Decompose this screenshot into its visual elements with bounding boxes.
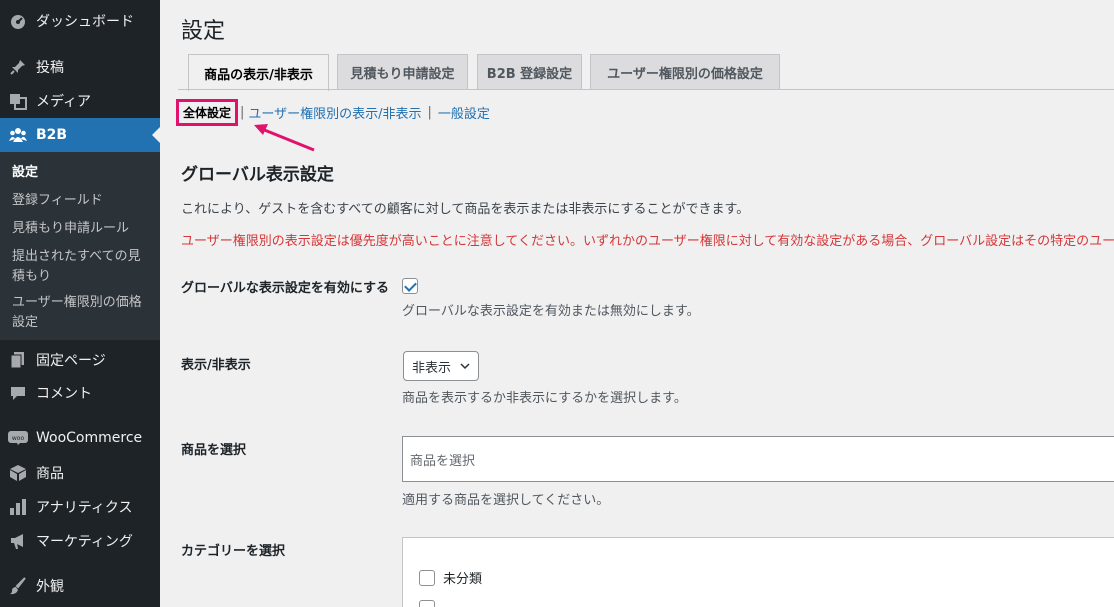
sidebar-item-marketing[interactable]: マーケティング xyxy=(0,524,160,558)
subnav-separator: | xyxy=(427,104,432,120)
subnav-link-general[interactable]: 一般設定 xyxy=(438,103,490,122)
sidebar-item-media[interactable]: メディア xyxy=(0,84,160,118)
page-title: 設定 xyxy=(181,19,226,44)
woo-icon: woo xyxy=(8,428,28,448)
category-item[interactable]: 未分類 xyxy=(419,568,482,587)
bar-chart-icon xyxy=(8,497,28,517)
enable-global-help: グローバルな表示設定を有効または無効にします。 xyxy=(402,304,700,319)
tab-divider xyxy=(178,89,1114,90)
b2b-submenu: 設定 登録フィールド 見積もり申請ルール 提出されたすべての見積もり ユーザー権… xyxy=(0,152,160,340)
sidebar-item-b2b[interactable]: B2B xyxy=(0,118,160,152)
enable-global-label: グローバルな表示設定を有効にする xyxy=(181,281,390,296)
visibility-label: 表示/非表示 xyxy=(181,358,251,373)
tab-role-pricing[interactable]: ユーザー権限別の価格設定 xyxy=(590,54,780,90)
categories-list: 未分類 xyxy=(402,537,1114,607)
media-icon xyxy=(8,91,28,111)
priority-warning: ユーザー権限別の表示設定は優先度が高いことに注意してください。いずれかのユーザー… xyxy=(181,234,1114,249)
box-icon xyxy=(8,463,28,483)
submenu-role-pricing[interactable]: ユーザー権限別の価格設定 xyxy=(12,293,152,333)
megaphone-icon xyxy=(8,531,28,551)
tab-quote-settings[interactable]: 見積もり申請設定 xyxy=(337,54,468,90)
visibility-help: 商品を表示するか非表示にするかを選択します。 xyxy=(402,391,687,406)
admin-sidebar: ダッシュボード 投稿 メディア B2B 設定 登録フィールド 見積もり申請ルール… xyxy=(0,0,160,607)
section-title: グローバル表示設定 xyxy=(181,165,334,185)
sidebar-item-label: ダッシュボード xyxy=(36,14,134,30)
visibility-select[interactable]: 非表示 xyxy=(403,351,479,381)
category-checkbox[interactable] xyxy=(419,600,435,607)
chevron-down-icon xyxy=(460,363,470,370)
submenu-submitted-quotes[interactable]: 提出されたすべての見積もり xyxy=(12,247,152,287)
sidebar-item-pages[interactable]: 固定ページ xyxy=(0,343,160,377)
sidebar-item-comments[interactable]: コメント xyxy=(0,376,160,410)
category-item[interactable] xyxy=(419,600,443,607)
sidebar-item-woocommerce[interactable]: woo WooCommerce xyxy=(0,421,160,455)
submenu-settings[interactable]: 設定 xyxy=(12,163,152,183)
sidebar-item-label: アナリティクス xyxy=(36,500,133,516)
brush-icon xyxy=(8,576,28,596)
section-description: これにより、ゲストを含むすべての顧客に対して商品を表示または非表示にすることがで… xyxy=(181,202,750,217)
category-label: 未分類 xyxy=(443,572,483,587)
products-placeholder: 商品を選択 xyxy=(410,453,476,469)
sidebar-item-label: 外観 xyxy=(36,579,64,595)
sidebar-item-dashboard[interactable]: ダッシュボード xyxy=(0,4,160,38)
subnav-link-role-visibility[interactable]: ユーザー権限別の表示/非表示 xyxy=(248,103,421,122)
sidebar-item-posts[interactable]: 投稿 xyxy=(0,50,160,84)
sidebar-item-appearance[interactable]: 外観 xyxy=(0,569,160,603)
categories-label: カテゴリーを選択 xyxy=(181,544,286,559)
sidebar-item-label: 固定ページ xyxy=(36,353,106,369)
subnav-separator: | xyxy=(240,104,245,120)
tab-b2b-registration[interactable]: B2B 登録設定 xyxy=(477,54,582,90)
products-help: 適用する商品を選択してください。 xyxy=(402,493,610,508)
page-icon xyxy=(8,350,28,370)
dashboard-icon xyxy=(8,11,28,31)
sidebar-item-products[interactable]: 商品 xyxy=(0,456,160,490)
sidebar-item-label: WooCommerce xyxy=(36,430,143,446)
visibility-select-value: 非表示 xyxy=(412,360,452,376)
pin-icon xyxy=(8,57,28,77)
sidebar-item-analytics[interactable]: アナリティクス xyxy=(0,490,160,524)
annotation-arrow xyxy=(254,124,315,152)
sidebar-item-label: 商品 xyxy=(36,466,64,482)
sidebar-item-label: メディア xyxy=(36,94,92,110)
subnav: 全体設定 | ユーザー権限別の表示/非表示 | 一般設定 xyxy=(176,97,490,127)
sidebar-item-label: マーケティング xyxy=(36,534,133,550)
svg-text:woo: woo xyxy=(12,435,25,442)
sidebar-item-label: B2B xyxy=(36,127,68,143)
group-icon xyxy=(8,125,28,145)
products-select-input[interactable]: 商品を選択 xyxy=(402,436,1114,482)
category-checkbox[interactable] xyxy=(419,569,435,586)
sidebar-item-label: コメント xyxy=(36,386,92,402)
products-label: 商品を選択 xyxy=(181,443,247,458)
submenu-registration-fields[interactable]: 登録フィールド xyxy=(12,191,152,211)
tab-product-visibility[interactable]: 商品の表示/非表示 xyxy=(188,54,329,91)
comment-icon xyxy=(8,383,28,403)
enable-global-checkbox[interactable] xyxy=(402,278,418,294)
subnav-current[interactable]: 全体設定 xyxy=(176,98,239,126)
submenu-quote-rules[interactable]: 見積もり申請ルール xyxy=(12,219,152,239)
sidebar-item-label: 投稿 xyxy=(36,60,64,76)
